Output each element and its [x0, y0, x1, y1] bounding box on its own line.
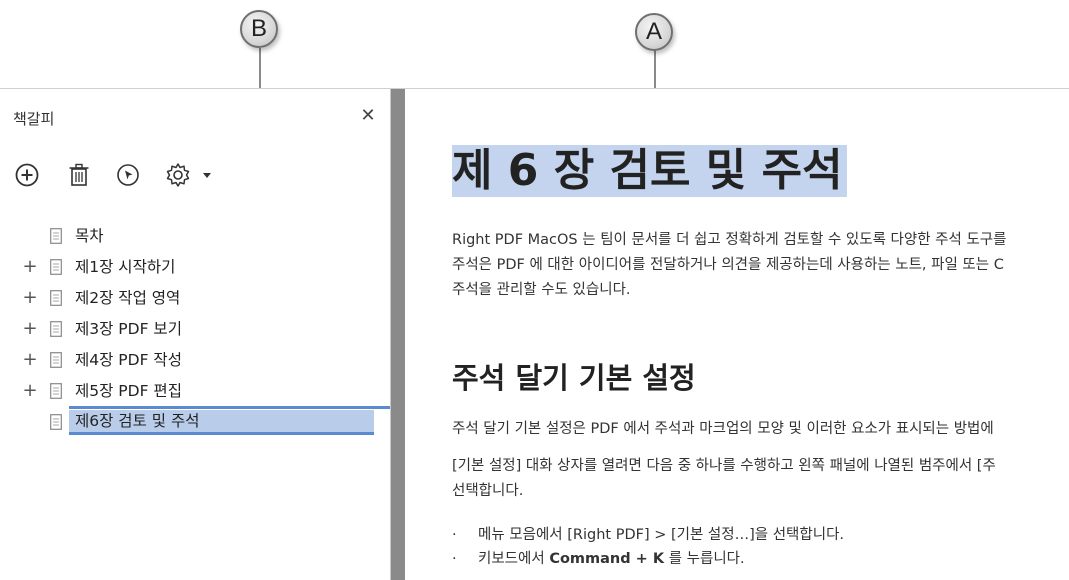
list-item-label: 제1장 시작하기 — [75, 258, 176, 276]
bullet-shortcut: Command + K — [549, 551, 665, 567]
page-icon — [50, 352, 62, 368]
chevron-down-icon[interactable] — [199, 161, 215, 189]
intro-line-2: 주석은 PDF 에 대한 아이디어를 전달하거나 의견을 제공하는데 사용하는 … — [452, 257, 1004, 273]
list-item-label: 제3장 PDF 보기 — [75, 320, 182, 338]
intro-line-3: 주석을 관리할 수도 있습니다. — [452, 282, 631, 298]
expand-icon[interactable]: + — [22, 254, 38, 280]
bullet-text-end: 를 누릅니다. — [664, 551, 745, 567]
list-item[interactable]: + 제3장 PDF 보기 — [0, 316, 390, 342]
trash-icon[interactable] — [65, 161, 93, 189]
page-icon — [50, 383, 62, 399]
add-icon[interactable] — [13, 161, 41, 189]
document-view: 제 6 장 검토 및 주석 Right PDF MacOS 는 팀이 문서를 더… — [405, 89, 1069, 580]
bullet-item: · 키보드에서 Command + K 를 누릅니다. — [452, 547, 745, 568]
callout-b-circle: B — [240, 10, 278, 48]
bullet-text: 메뉴 모음에서 [Right PDF] > [기본 설정…]을 선택합니다. — [478, 527, 845, 543]
page-icon — [50, 228, 62, 244]
panel-splitter[interactable] — [391, 89, 405, 580]
list-item[interactable]: + 제5장 PDF 편집 — [0, 378, 390, 404]
list-item-label: 제5장 PDF 편집 — [75, 382, 182, 400]
bullet-dot: · — [452, 527, 457, 543]
list-item[interactable]: + 제1장 시작하기 — [0, 254, 390, 280]
list-item[interactable]: + 제4장 PDF 작성 — [0, 347, 390, 373]
bookmark-rename-input[interactable]: 제6장 검토 및 주석 — [69, 410, 374, 435]
list-item-label: 목차 — [75, 227, 104, 245]
expand-icon[interactable]: + — [22, 378, 38, 404]
expand-icon[interactable]: + — [22, 347, 38, 373]
expand-icon[interactable]: + — [22, 285, 38, 311]
page-icon — [50, 321, 62, 337]
document-title: 제 6 장 검토 및 주석 — [452, 145, 847, 197]
bullet-item: · 메뉴 모음에서 [Right PDF] > [기본 설정…]을 선택합니다. — [452, 523, 844, 544]
list-item-selected[interactable]: 제6장 검토 및 주석 — [0, 409, 390, 435]
list-item[interactable]: + 제2장 작업 영역 — [0, 285, 390, 311]
intro-line-1: Right PDF MacOS 는 팀이 문서를 더 쉽고 정확하게 검토할 수… — [452, 232, 1007, 248]
gear-icon[interactable] — [164, 161, 192, 189]
cursor-circle-icon[interactable] — [114, 161, 142, 189]
page-icon — [50, 290, 62, 306]
close-icon[interactable]: ✕ — [359, 107, 377, 125]
list-item-label: 제2장 작업 영역 — [75, 289, 181, 307]
list-item[interactable]: 목차 — [0, 223, 390, 249]
section-title: 주석 달기 기본 설정 — [452, 361, 696, 395]
bullet-dot: · — [452, 551, 457, 567]
page-icon — [50, 414, 62, 430]
section-paragraph-2-line-1: [기본 설정] 대화 상자를 열려면 다음 중 하나를 수행하고 왼쪽 패널에 … — [452, 458, 996, 474]
panel-title: 책갈피 — [13, 110, 55, 128]
expand-icon[interactable]: + — [22, 316, 38, 342]
page-icon — [50, 259, 62, 275]
section-paragraph-2-line-2: 선택합니다. — [452, 483, 524, 499]
callout-a-circle: A — [635, 13, 673, 51]
section-paragraph-1: 주석 달기 기본 설정은 PDF 에서 주석과 마크업의 모양 및 이러한 요소… — [452, 421, 994, 437]
app-window: 책갈피 ✕ 목차 + 제1장 시작하기 + 제2장 작업 영역 + 제3장 PD… — [0, 88, 1069, 580]
list-item-label: 제4장 PDF 작성 — [75, 351, 182, 369]
bullet-text: 키보드에서 — [478, 551, 550, 567]
bookmarks-panel: 책갈피 ✕ 목차 + 제1장 시작하기 + 제2장 작업 영역 + 제3장 PD… — [0, 89, 391, 580]
